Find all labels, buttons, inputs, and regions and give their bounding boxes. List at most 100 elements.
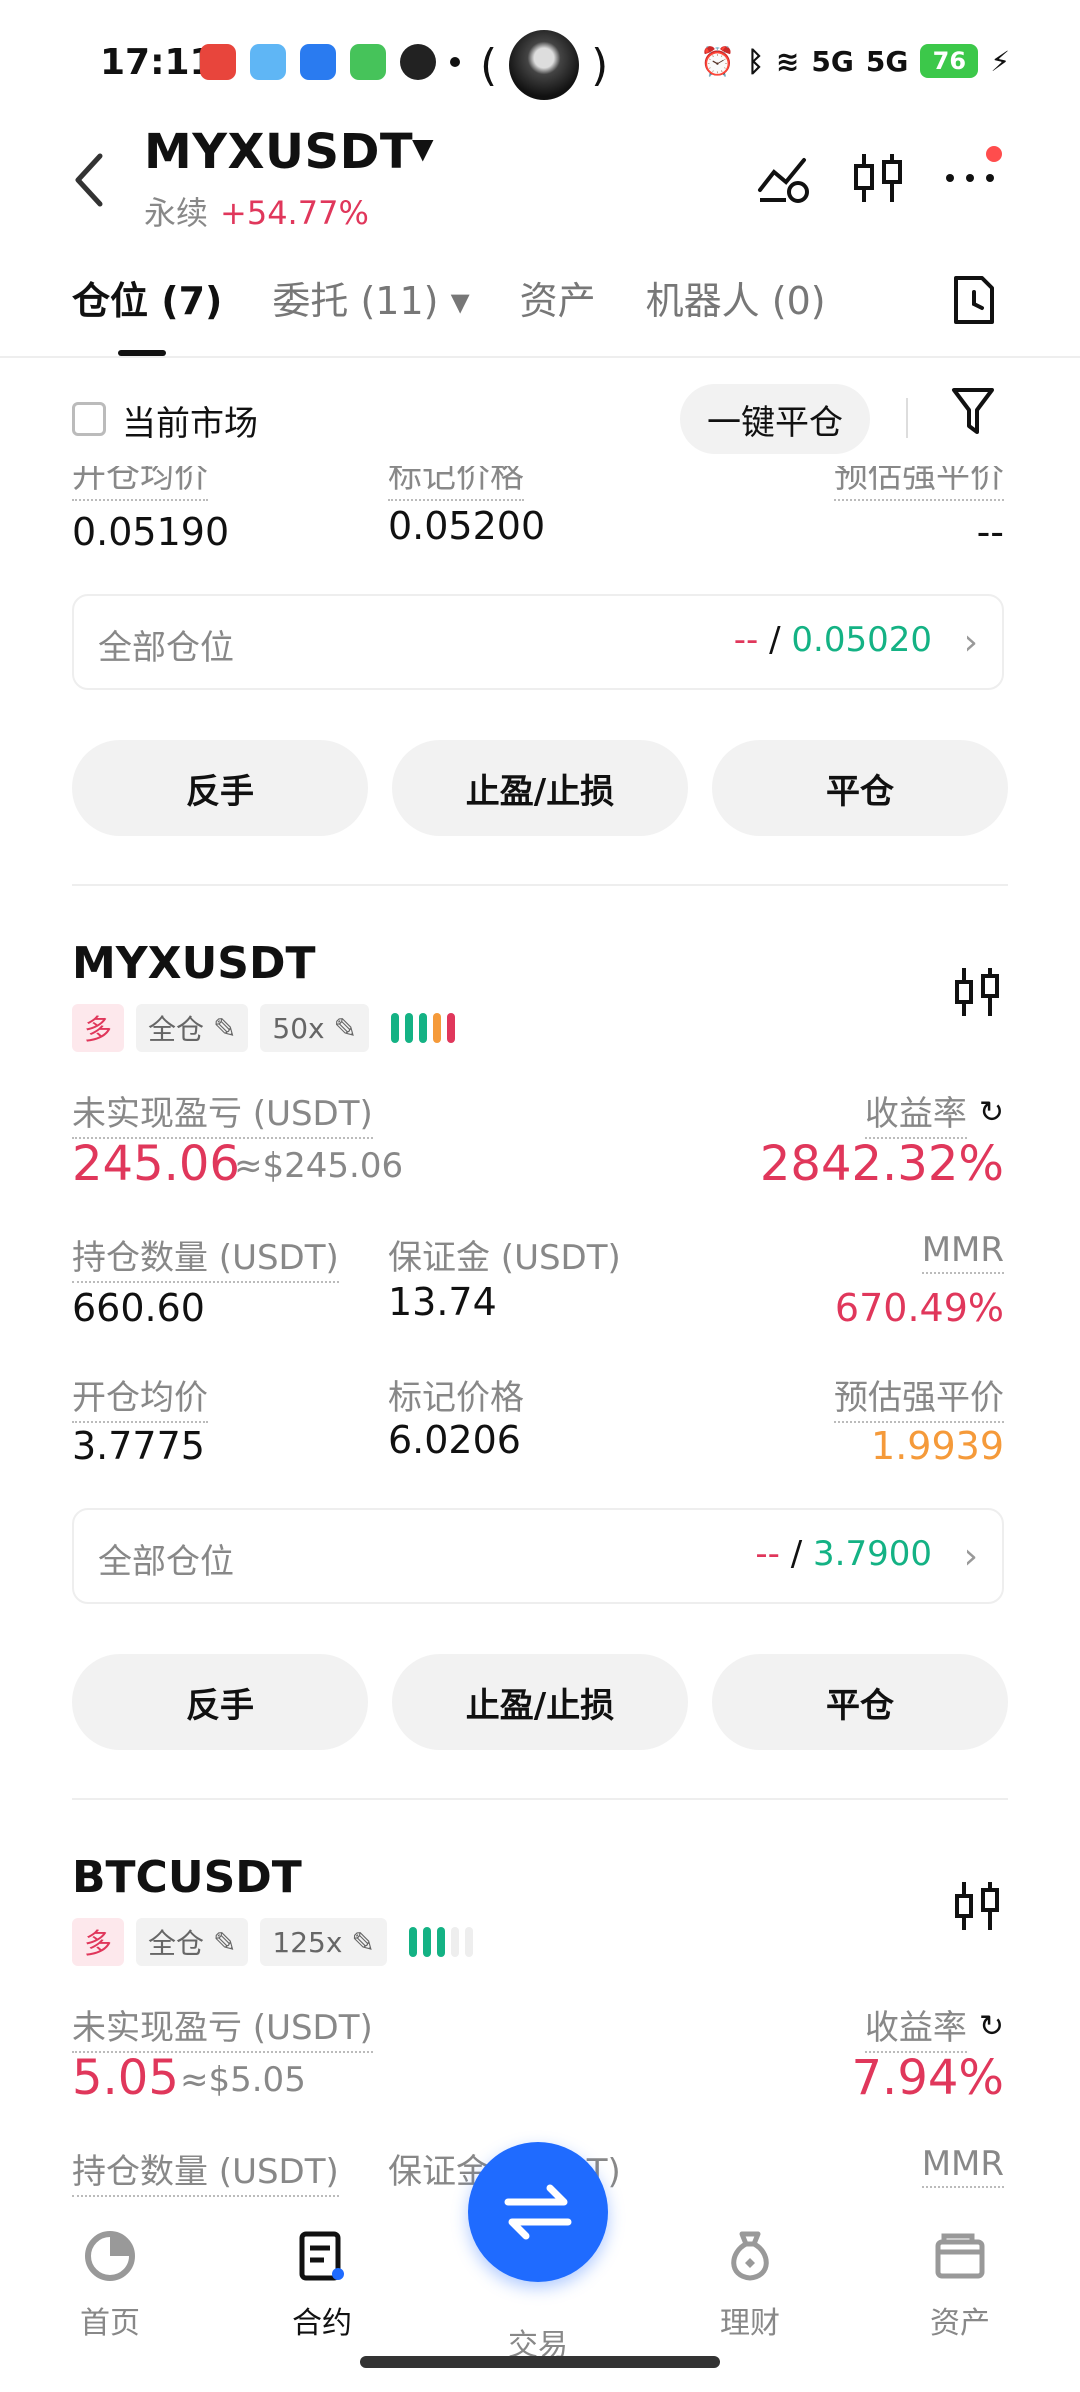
reverse-button[interactable]: 反手 <box>72 740 368 836</box>
pair-title[interactable]: MYXUSDT <box>144 124 413 180</box>
share-icon[interactable]: ↻ <box>979 2009 1004 2044</box>
adl-bar <box>446 1013 455 1043</box>
filter-icon[interactable] <box>950 386 996 438</box>
adl-bar <box>408 1927 417 1957</box>
nav-futures-label: 合约 <box>292 2306 352 2341</box>
adl-bar <box>404 1013 413 1043</box>
edit-icon: ✎ <box>212 1011 237 1045</box>
entry-price-label: 开仓均价 <box>72 1370 208 1423</box>
adl-indicator <box>408 1927 473 1957</box>
mark-price-label: 标记价格 <box>388 1378 524 1418</box>
pair-subtitle: 永续 +54.77% <box>144 188 369 234</box>
app-icon <box>200 44 236 80</box>
reverse-button[interactable]: 反手 <box>72 1654 368 1750</box>
nav-earn[interactable]: 理财 <box>690 2228 810 2342</box>
trade-fab-button[interactable] <box>468 2142 608 2282</box>
close-position-button[interactable]: 平仓 <box>712 1654 1008 1750</box>
tp-sl-button[interactable]: 止盈/止损 <box>392 740 688 836</box>
all-positions-value: -- / 0.05020 <box>733 620 932 660</box>
entry-price-value: 0.05190 <box>72 510 230 554</box>
mmr-label: MMR <box>921 2144 1004 2188</box>
liq-price-label: 预估强平价 <box>834 1370 1004 1423</box>
unrealized-pnl-usd: ≈$245.06 <box>234 1146 404 1186</box>
margin-mode-tag[interactable]: 全仓 ✎ <box>136 1004 249 1052</box>
margin-mode-label: 全仓 <box>148 1013 205 1046</box>
contract-type: 永续 <box>144 194 209 232</box>
margin-value: 13.74 <box>388 1280 497 1324</box>
avatar <box>509 30 580 100</box>
unrealized-pnl-value: 5.05 <box>72 2050 179 2106</box>
futures-icon <box>299 2231 344 2281</box>
divider <box>72 1798 1008 1800</box>
app-icon <box>350 44 386 80</box>
roe-header: 收益率 ↻ <box>864 2000 1004 2053</box>
all-positions-row[interactable]: 全部仓位 -- / 3.7900 › <box>72 1508 1004 1604</box>
entry-price-label: 开仓均价 <box>72 466 208 501</box>
chevron-right-icon: › <box>963 622 978 663</box>
qq-icon <box>400 44 436 80</box>
position-qty-value: 660.60 <box>72 1286 205 1330</box>
candlestick-icon[interactable] <box>952 1878 1002 1934</box>
margin-label: 保证金 (USDT) <box>388 1238 621 1278</box>
all-positions-dash: -- <box>733 620 759 660</box>
close-position-button[interactable]: 平仓 <box>712 740 1008 836</box>
margin-mode-tag[interactable]: 全仓 ✎ <box>136 1918 249 1966</box>
leverage-label: 50x <box>272 1011 325 1045</box>
nav-earn-label: 理财 <box>720 2306 780 2341</box>
leverage-label: 125x <box>272 1925 343 1959</box>
tab-assets[interactable]: 资产 <box>520 270 596 325</box>
leverage-tag[interactable]: 50x ✎ <box>260 1004 369 1052</box>
tp-sl-button[interactable]: 止盈/止损 <box>392 1654 688 1750</box>
leverage-tag[interactable]: 125x ✎ <box>260 1918 387 1966</box>
liq-price-label: 预估强平价 <box>834 466 1004 501</box>
caret-down-icon[interactable]: ▼ <box>412 132 434 165</box>
tab-positions[interactable]: 仓位 (7) <box>72 270 222 325</box>
nav-home[interactable]: 首页 <box>50 2228 170 2342</box>
position-qty-label: 持仓数量 (USDT) <box>72 2144 339 2197</box>
all-positions-label: 全部仓位 <box>98 1542 234 1582</box>
roe-header: 收益率 ↻ <box>864 1086 1004 1139</box>
price-alert-icon[interactable] <box>756 150 812 206</box>
home-indicator[interactable] <box>360 2356 720 2368</box>
edit-icon: ✎ <box>351 1925 375 1959</box>
position-qty-label: 持仓数量 (USDT) <box>72 1230 339 1283</box>
unrealized-pnl-usd: ≈$5.05 <box>180 2060 306 2100</box>
side-tag: 多 <box>72 1004 125 1052</box>
mark-price-value: 6.0206 <box>388 1418 521 1462</box>
unrealized-pnl-label: 未实现盈亏 (USDT) <box>72 2000 373 2053</box>
scrolled-labels-row: 开仓均价 标记价格 预估强平价 <box>0 466 1080 506</box>
adl-bar <box>432 1013 441 1043</box>
position-tags: 多 全仓 ✎ 125x ✎ <box>72 1918 473 1966</box>
current-market-checkbox[interactable] <box>72 402 106 436</box>
tab-bots[interactable]: 机器人 (0) <box>646 270 826 325</box>
dot-icon <box>450 57 460 67</box>
history-icon[interactable] <box>952 274 996 326</box>
adl-bar <box>390 1013 399 1043</box>
status-time: 17:11 <box>100 42 215 83</box>
bluetooth-icon: ᛒ <box>747 44 764 78</box>
earn-icon <box>731 2231 769 2281</box>
adl-bar <box>422 1927 431 1957</box>
share-icon[interactable]: ↻ <box>979 1095 1004 1130</box>
current-market-label[interactable]: 当前市场 <box>122 396 258 445</box>
nav-assets-label: 资产 <box>930 2306 990 2341</box>
paren-left-icon: ( <box>480 39 498 91</box>
unrealized-pnl-label: 未实现盈亏 (USDT) <box>72 1086 373 1139</box>
nav-futures[interactable]: 合约 <box>262 2228 382 2342</box>
position-symbol[interactable]: MYXUSDT <box>72 938 316 989</box>
close-all-button[interactable]: 一键平仓 <box>680 384 870 454</box>
all-positions-price: 3.7900 <box>813 1534 932 1574</box>
candlestick-icon[interactable] <box>850 150 906 206</box>
tab-orders[interactable]: 委托 (11) ▾ <box>272 270 469 325</box>
unrealized-pnl-value: 245.06 <box>72 1136 240 1192</box>
all-positions-row[interactable]: 全部仓位 -- / 0.05020 › <box>72 594 1004 690</box>
adl-bar <box>436 1927 445 1957</box>
battery-icon: 76 <box>920 44 979 78</box>
position-symbol[interactable]: BTCUSDT <box>72 1852 302 1903</box>
price-change: +54.77% <box>220 194 369 232</box>
back-icon[interactable] <box>70 150 110 210</box>
candlestick-icon[interactable] <box>952 964 1002 1020</box>
nav-assets[interactable]: 资产 <box>900 2228 1020 2342</box>
chevron-right-icon: › <box>963 1536 978 1577</box>
adl-indicator <box>390 1013 455 1043</box>
